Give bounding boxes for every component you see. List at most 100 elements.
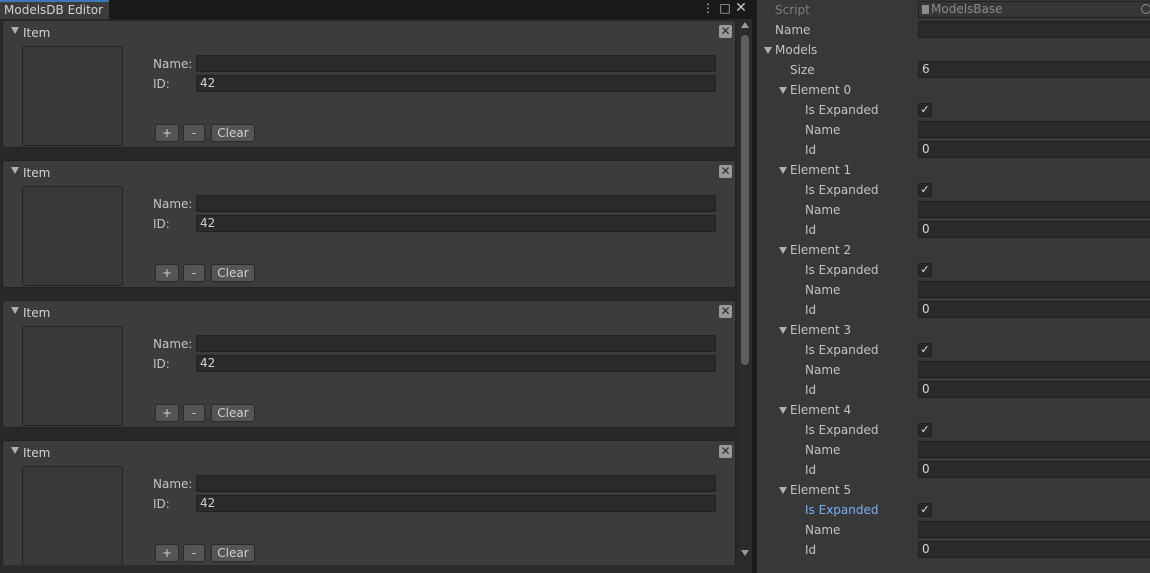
close-icon[interactable]: ✕ [734,0,748,16]
element-name-input[interactable] [918,361,1150,378]
is-expanded-checkbox[interactable]: ✓ [918,423,932,437]
scroll-up-arrow-icon[interactable] [741,22,749,28]
element-title: Element 4 [790,403,852,417]
is-expanded-label: Is Expanded [805,183,879,197]
is-expanded-checkbox[interactable]: ✓ [918,503,932,517]
element-id-label: Id [805,383,817,397]
id-label: ID: [153,497,170,511]
bottom-bar [0,565,752,573]
clear-button[interactable]: Clear [211,124,255,142]
id-label: ID: [153,357,170,371]
tab-title: ModelsDB Editor [4,3,104,17]
minus-button[interactable]: - [183,124,205,142]
foldout-arrow-icon[interactable] [779,87,787,94]
is-expanded-row: Is Expanded ✓ [757,420,1150,440]
element-name-input[interactable] [918,121,1150,138]
size-input[interactable]: 6 [918,61,1150,78]
element-id-input[interactable]: 0 [918,541,1150,558]
remove-item-button[interactable]: ✕ [719,445,732,458]
kebab-menu-icon[interactable]: ⋮ [702,0,714,16]
foldout-arrow-icon[interactable] [779,327,787,334]
id-input[interactable]: 42 [196,355,716,372]
minus-button[interactable]: - [183,404,205,422]
foldout-arrow-icon[interactable] [11,307,19,314]
element-id-row: Id 0 [757,220,1150,240]
element-name-input[interactable] [918,441,1150,458]
element-title: Element 3 [790,323,852,337]
scroll-down-arrow-icon[interactable] [741,550,749,556]
remove-item-button[interactable]: ✕ [719,165,732,178]
element-id-input[interactable]: 0 [918,141,1150,158]
foldout-arrow-icon[interactable] [779,407,787,414]
script-value: ModelsBase [931,2,1003,16]
item-foldout-header[interactable]: Item ✕ [3,441,735,463]
item-foldout-header[interactable]: Item ✕ [3,301,735,323]
remove-item-button[interactable]: ✕ [719,305,732,318]
is-expanded-checkbox[interactable]: ✓ [918,103,932,117]
name-input[interactable] [196,195,716,212]
name-label: Name: [153,197,193,211]
name-input[interactable] [196,475,716,492]
vertical-scrollbar[interactable] [738,19,752,565]
element-name-input[interactable] [918,521,1150,538]
element-name-row: Name [757,360,1150,380]
clear-button[interactable]: Clear [211,544,255,562]
is-expanded-label: Is Expanded [805,343,879,357]
element-foldout[interactable]: Element 3 [757,320,1150,340]
name-input[interactable] [196,55,716,72]
editor-tab[interactable]: ModelsDB Editor [0,0,109,19]
object-picker-icon[interactable] [1141,4,1150,14]
name-input[interactable] [196,335,716,352]
is-expanded-checkbox[interactable]: ✓ [918,183,932,197]
clear-button[interactable]: Clear [211,404,255,422]
minus-button[interactable]: - [183,264,205,282]
id-input[interactable]: 42 [196,495,716,512]
element-id-input[interactable]: 0 [918,461,1150,478]
name-input[interactable] [918,21,1150,38]
clear-button[interactable]: Clear [211,264,255,282]
foldout-arrow-icon[interactable] [11,27,19,34]
element-name-input[interactable] [918,281,1150,298]
element-name-label: Name [805,283,841,297]
is-expanded-checkbox[interactable]: ✓ [918,343,932,357]
foldout-arrow-icon[interactable] [779,487,787,494]
id-input[interactable]: 42 [196,75,716,92]
element-foldout[interactable]: Element 0 [757,80,1150,100]
is-expanded-row: Is Expanded ✓ [757,100,1150,120]
plus-button[interactable]: + [155,544,179,562]
element-foldout[interactable]: Element 4 [757,400,1150,420]
is-expanded-checkbox[interactable]: ✓ [918,263,932,277]
foldout-arrow-icon[interactable] [779,247,787,254]
is-expanded-row: Is Expanded ✓ [757,340,1150,360]
foldout-arrow-icon[interactable] [11,447,19,454]
plus-button[interactable]: + [155,124,179,142]
element-title: Element 0 [790,83,852,97]
window-tab-bar: ModelsDB Editor ⋮ □ ✕ [0,0,752,19]
maximize-icon[interactable]: □ [718,0,732,16]
minus-button[interactable]: - [183,544,205,562]
scrollbar-thumb[interactable] [741,35,749,365]
foldout-arrow-icon[interactable] [764,47,772,54]
plus-button[interactable]: + [155,404,179,422]
element-name-label: Name [805,203,841,217]
models-foldout[interactable]: Models [757,40,1150,60]
element-name-input[interactable] [918,201,1150,218]
element-foldout[interactable]: Element 2 [757,240,1150,260]
is-expanded-label: Is Expanded [805,423,879,437]
item-foldout-header[interactable]: Item ✕ [3,161,735,183]
remove-item-button[interactable]: ✕ [719,25,732,38]
is-expanded-row: Is Expanded ✓ [757,260,1150,280]
element-name-row: Name [757,200,1150,220]
item-foldout-header[interactable]: Item ✕ [3,21,735,43]
element-foldout[interactable]: Element 1 [757,160,1150,180]
element-foldout[interactable]: Element 5 [757,480,1150,500]
element-id-input[interactable]: 0 [918,301,1150,318]
plus-button[interactable]: + [155,264,179,282]
name-label: Name: [153,57,193,71]
id-input[interactable]: 42 [196,215,716,232]
element-id-input[interactable]: 0 [918,381,1150,398]
foldout-arrow-icon[interactable] [779,167,787,174]
foldout-arrow-icon[interactable] [11,167,19,174]
is-expanded-label: Is Expanded [805,263,879,277]
element-id-input[interactable]: 0 [918,221,1150,238]
